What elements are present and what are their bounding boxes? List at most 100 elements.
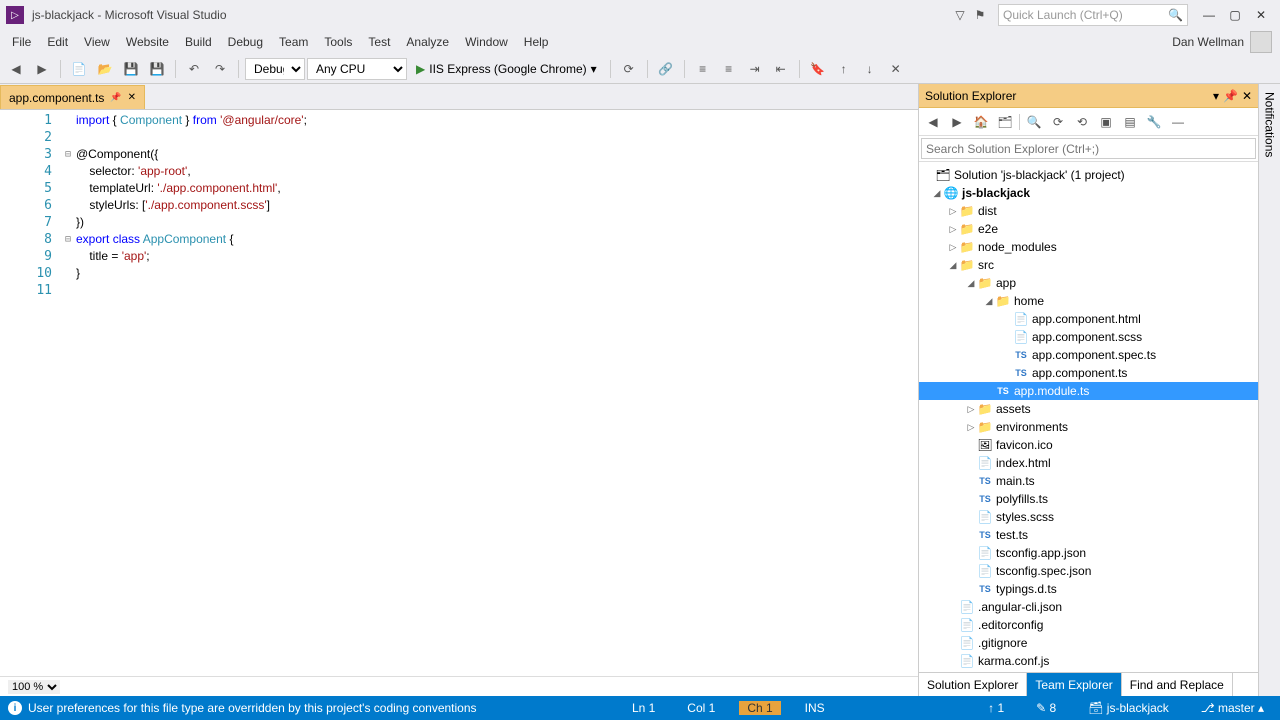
- back-icon[interactable]: ◀: [923, 112, 943, 132]
- folder-src[interactable]: ◢📁src: [919, 256, 1258, 274]
- file-app-ts[interactable]: TSapp.component.ts: [919, 364, 1258, 382]
- maximize-button[interactable]: ▢: [1222, 5, 1248, 25]
- code-content[interactable]: import { Component } from '@angular/core…: [76, 110, 918, 676]
- next-bookmark-button[interactable]: ↓: [858, 57, 882, 81]
- file-test[interactable]: TStest.ts: [919, 526, 1258, 544]
- file-angular-cli[interactable]: 📄.angular-cli.json: [919, 598, 1258, 616]
- menu-help[interactable]: Help: [516, 30, 557, 54]
- file-editorconfig[interactable]: 📄.editorconfig: [919, 616, 1258, 634]
- refresh2-icon[interactable]: ⟲: [1072, 112, 1092, 132]
- pin-icon[interactable]: 📌: [1223, 89, 1238, 103]
- folder-environments[interactable]: ▷📁environments: [919, 418, 1258, 436]
- menu-file[interactable]: File: [4, 30, 39, 54]
- file-app-spec[interactable]: TSapp.component.spec.ts: [919, 346, 1258, 364]
- forward-icon[interactable]: ▶: [947, 112, 967, 132]
- undo-button[interactable]: ↶: [182, 57, 206, 81]
- clear-bookmarks-button[interactable]: ✕: [884, 57, 908, 81]
- forward-button[interactable]: ▶: [30, 57, 54, 81]
- project-node[interactable]: ◢🌐js-blackjack: [919, 184, 1258, 202]
- fold-column[interactable]: ⊟⊟: [60, 110, 76, 676]
- file-tsconfig-app[interactable]: 📄tsconfig.app.json: [919, 544, 1258, 562]
- refresh-button[interactable]: ⟳: [617, 57, 641, 81]
- menu-build[interactable]: Build: [177, 30, 220, 54]
- file-favicon[interactable]: 🖼favicon.ico: [919, 436, 1258, 454]
- refresh-icon[interactable]: ⟳: [1048, 112, 1068, 132]
- properties-icon[interactable]: 🔧: [1144, 112, 1164, 132]
- file-app-module[interactable]: TSapp.module.ts: [919, 382, 1258, 400]
- minimize-button[interactable]: —: [1196, 5, 1222, 25]
- run-button[interactable]: ▶ IIS Express (Google Chrome) ▾: [409, 58, 604, 80]
- editor-body[interactable]: 1234567891011 ⊟⊟ import { Component } fr…: [0, 110, 918, 676]
- file-typings[interactable]: TStypings.d.ts: [919, 580, 1258, 598]
- close-button[interactable]: ✕: [1248, 5, 1274, 25]
- menu-test[interactable]: Test: [360, 30, 398, 54]
- browser-link-button[interactable]: 🔗: [654, 57, 678, 81]
- dropdown-icon[interactable]: ▾: [1213, 89, 1219, 103]
- status-message: i User preferences for this file type ar…: [8, 701, 477, 715]
- file-app-scss[interactable]: 📄app.component.scss: [919, 328, 1258, 346]
- user-label[interactable]: Dan Wellman: [1172, 30, 1280, 54]
- menu-website[interactable]: Website: [118, 30, 177, 54]
- file-main[interactable]: TSmain.ts: [919, 472, 1258, 490]
- tab-find-replace[interactable]: Find and Replace: [1122, 673, 1233, 696]
- file-karma[interactable]: 📄karma.conf.js: [919, 652, 1258, 670]
- filter-icon[interactable]: ▽: [950, 8, 970, 22]
- config-select[interactable]: Debug: [245, 58, 305, 80]
- pin-icon[interactable]: 📌: [110, 92, 121, 103]
- menu-team[interactable]: Team: [271, 30, 316, 54]
- menu-edit[interactable]: Edit: [39, 30, 76, 54]
- platform-select[interactable]: Any CPU: [307, 58, 407, 80]
- menu-tools[interactable]: Tools: [316, 30, 360, 54]
- file-gitignore[interactable]: 📄.gitignore: [919, 634, 1258, 652]
- file-app-html[interactable]: 📄app.component.html: [919, 310, 1258, 328]
- collapse-icon[interactable]: ▣: [1096, 112, 1116, 132]
- outdent-button[interactable]: ⇤: [769, 57, 793, 81]
- folder-app[interactable]: ◢📁app: [919, 274, 1258, 292]
- status-changes[interactable]: ✎ 8: [1028, 701, 1064, 715]
- file-tsconfig-spec[interactable]: 📄tsconfig.spec.json: [919, 562, 1258, 580]
- close-panel-button[interactable]: ✕: [1242, 89, 1252, 103]
- new-project-button[interactable]: 📄: [67, 57, 91, 81]
- editor-area: app.component.ts 📌 ✕ 1234567891011 ⊟⊟ im…: [0, 84, 918, 696]
- folder-home[interactable]: ◢📁home: [919, 292, 1258, 310]
- folder-node-modules[interactable]: ▷📁node_modules: [919, 238, 1258, 256]
- solution-root[interactable]: 🗂Solution 'js-blackjack' (1 project): [919, 166, 1258, 184]
- notifications-tab[interactable]: Notifications: [1261, 84, 1279, 165]
- status-repo[interactable]: 🗃 js-blackjack: [1080, 701, 1177, 715]
- menu-window[interactable]: Window: [457, 30, 516, 54]
- quick-launch-input[interactable]: Quick Launch (Ctrl+Q) 🔍: [998, 4, 1188, 26]
- home-icon[interactable]: 🏠: [971, 112, 991, 132]
- sync-icon[interactable]: 🗂: [995, 112, 1015, 132]
- menu-view[interactable]: View: [76, 30, 118, 54]
- file-index[interactable]: 📄index.html: [919, 454, 1258, 472]
- save-button[interactable]: 💾: [119, 57, 143, 81]
- redo-button[interactable]: ↷: [208, 57, 232, 81]
- search-input[interactable]: [921, 138, 1256, 159]
- folder-assets[interactable]: ▷📁assets: [919, 400, 1258, 418]
- file-styles[interactable]: 📄styles.scss: [919, 508, 1258, 526]
- menu-analyze[interactable]: Analyze: [398, 30, 457, 54]
- status-publish[interactable]: ↑ 1: [980, 701, 1012, 715]
- save-all-button[interactable]: 💾: [145, 57, 169, 81]
- bookmark-button[interactable]: 🔖: [806, 57, 830, 81]
- tab-solution-explorer[interactable]: Solution Explorer: [919, 673, 1027, 696]
- tab-app-component[interactable]: app.component.ts 📌 ✕: [0, 85, 145, 109]
- uncomment-button[interactable]: ≡: [717, 57, 741, 81]
- preview-icon[interactable]: —: [1168, 112, 1188, 132]
- folder-dist[interactable]: ▷📁dist: [919, 202, 1258, 220]
- indent-button[interactable]: ⇥: [743, 57, 767, 81]
- scope-icon[interactable]: 🔍: [1024, 112, 1044, 132]
- flag-icon[interactable]: ⚑: [970, 8, 990, 22]
- prev-bookmark-button[interactable]: ↑: [832, 57, 856, 81]
- showall-icon[interactable]: ▤: [1120, 112, 1140, 132]
- comment-button[interactable]: ≡: [691, 57, 715, 81]
- zoom-select[interactable]: 100 %: [8, 680, 60, 694]
- status-branch[interactable]: ⎇ master ▴: [1193, 701, 1272, 715]
- back-button[interactable]: ◀: [4, 57, 28, 81]
- tab-close-button[interactable]: ✕: [128, 92, 136, 103]
- folder-e2e[interactable]: ▷📁e2e: [919, 220, 1258, 238]
- menu-debug[interactable]: Debug: [220, 30, 271, 54]
- tab-team-explorer[interactable]: Team Explorer: [1027, 673, 1121, 696]
- open-button[interactable]: 📂: [93, 57, 117, 81]
- file-polyfills[interactable]: TSpolyfills.ts: [919, 490, 1258, 508]
